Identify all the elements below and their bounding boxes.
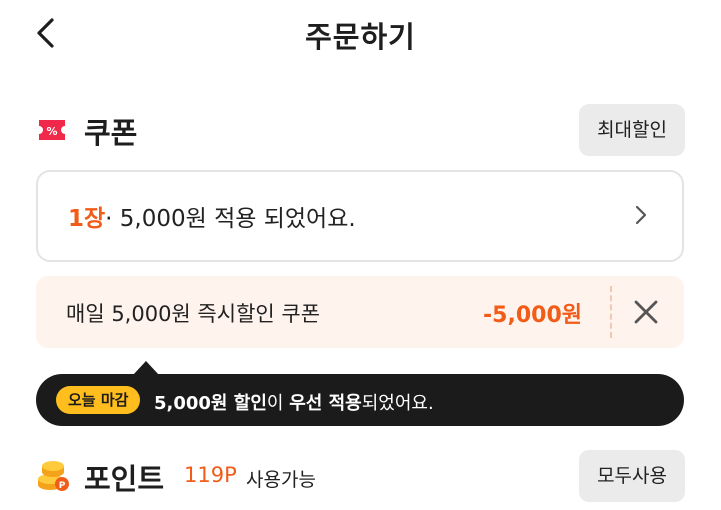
coins-icon: P — [36, 458, 72, 496]
remove-coupon-button[interactable] — [630, 296, 662, 328]
applied-coupon-text: 1장· 5,000원 적용 되었어요. — [68, 199, 356, 233]
svg-text:P: P — [59, 481, 66, 491]
page-title: 주문하기 — [305, 20, 416, 54]
chevron-right-icon — [634, 204, 648, 230]
discount-tooltip: 오늘 마감 5,000원 할인이 우선 적용되었어요. — [36, 361, 684, 426]
point-section-header: P 포인트 119P 사용가능 모두사용 — [36, 450, 685, 504]
svg-text:%: % — [46, 125, 57, 138]
use-all-points-button[interactable]: 모두사용 — [579, 450, 685, 502]
coupon-divider — [610, 286, 612, 338]
coupon-section-header: % 쿠폰 최대할인 — [36, 104, 685, 158]
max-discount-button[interactable]: 최대할인 — [579, 104, 685, 156]
coupon-item: 매일 5,000원 즉시할인 쿠폰 -5,000원 — [36, 276, 684, 348]
tooltip-amount: 5,000원 할인 — [154, 393, 267, 414]
applied-coupon-summary[interactable]: 1장· 5,000원 적용 되었어요. — [36, 170, 684, 262]
deadline-badge: 오늘 마감 — [56, 386, 141, 414]
point-section-title: 포인트 — [84, 462, 165, 496]
coupon-discount-amount: -5,000원 — [483, 303, 582, 328]
tooltip-suffix: 되었어요. — [361, 393, 434, 414]
tooltip-arrow — [133, 361, 159, 375]
header: 주문하기 — [0, 0, 721, 70]
applied-coupon-count: 1장 — [68, 206, 106, 232]
tooltip-message: 5,000원 할인이 우선 적용되었어요. — [154, 389, 434, 415]
tooltip-priority: 우선 적용 — [289, 393, 362, 414]
point-available-amount: 119P — [184, 463, 237, 487]
coupon-section-title: 쿠폰 — [84, 116, 138, 150]
close-icon — [634, 300, 658, 324]
point-available-label: 사용가능 — [246, 469, 316, 491]
coupon-name: 매일 5,000원 즉시할인 쿠폰 — [66, 302, 321, 326]
coupon-ticket-icon: % — [36, 117, 68, 147]
applied-coupon-detail: · 5,000원 적용 되었어요. — [105, 206, 356, 232]
tooltip-particle: 이 — [266, 393, 290, 414]
